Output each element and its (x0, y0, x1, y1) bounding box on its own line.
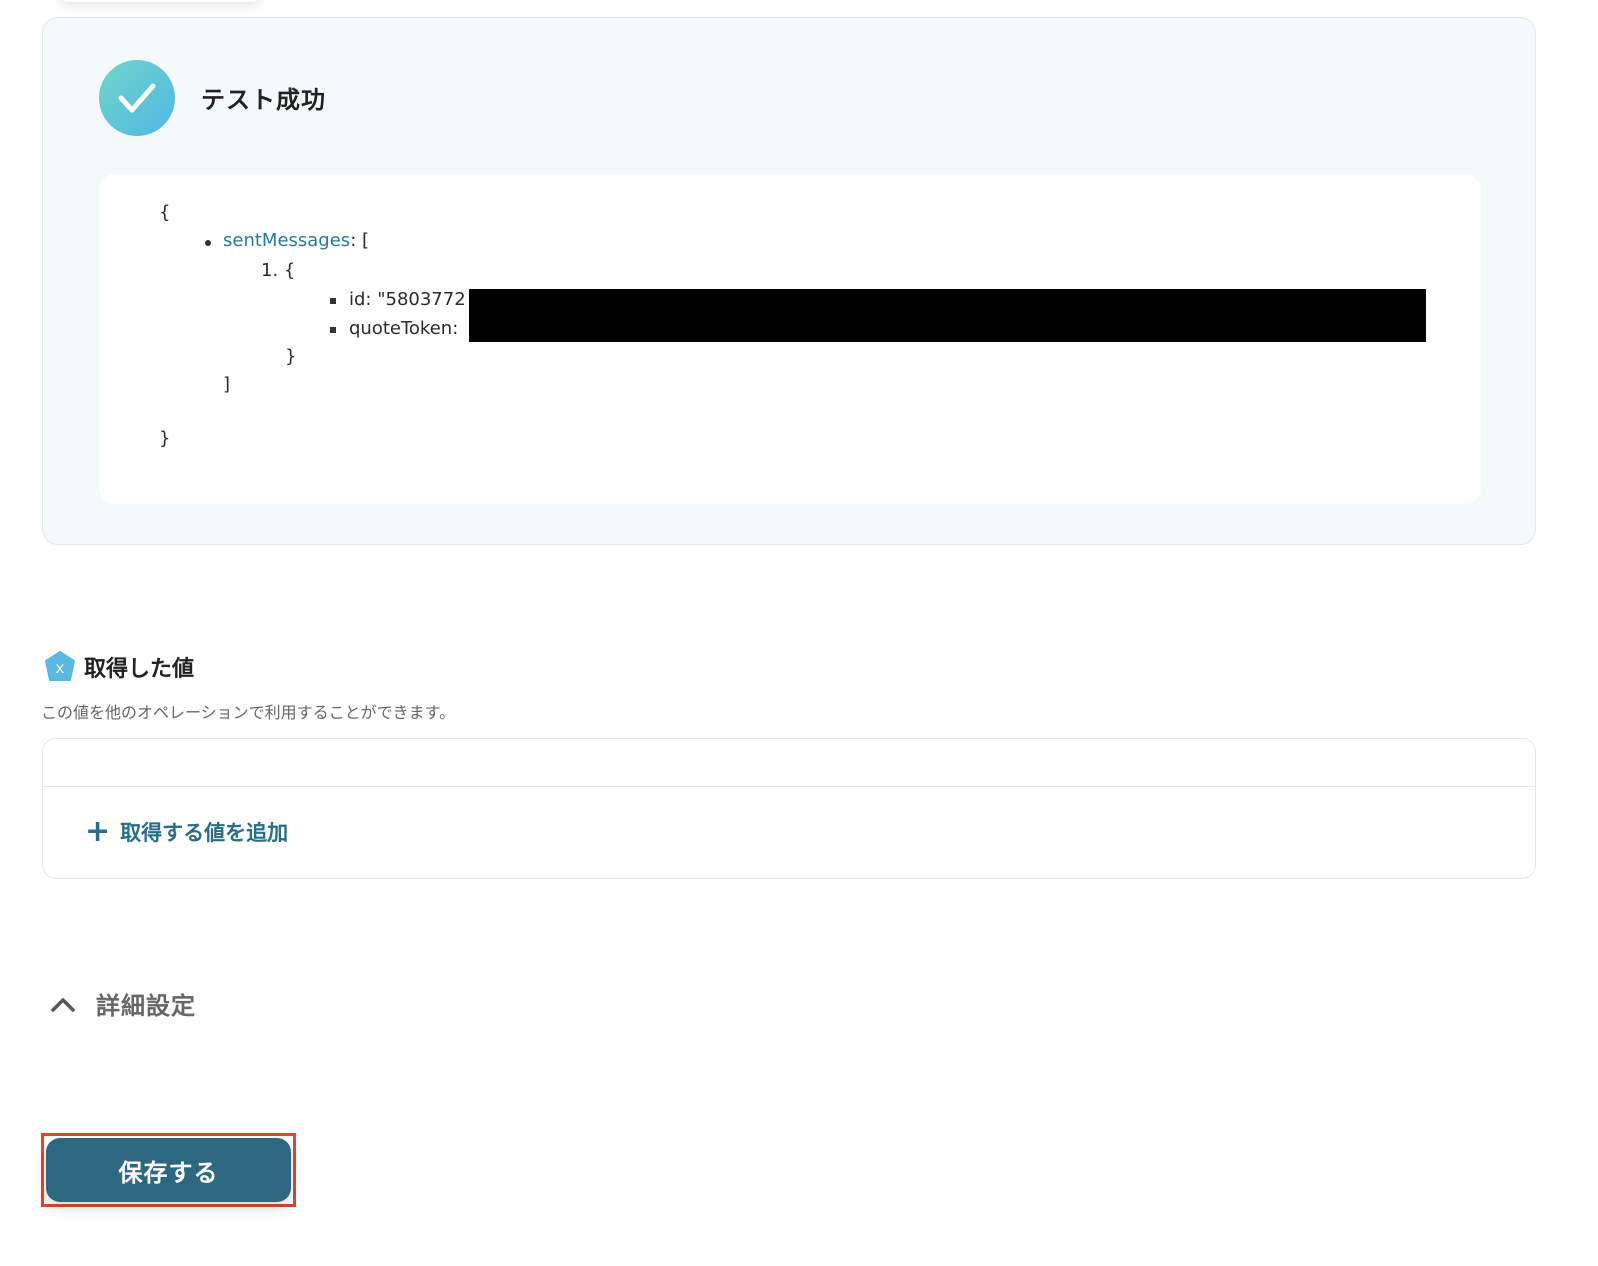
divider (43, 786, 1535, 787)
json-item-close: } (285, 346, 297, 367)
add-value-button[interactable]: + 取得する値を追加 (85, 817, 288, 847)
redaction-box (469, 289, 1426, 342)
json-array-close: ] (223, 374, 231, 395)
bullet-square-icon (330, 298, 336, 304)
json-open-brace: { (159, 202, 171, 223)
json-sent-messages-line: sentMessages: [ (223, 230, 369, 251)
json-close-brace: } (159, 428, 171, 449)
chevron-up-icon (51, 997, 75, 1012)
json-quote-token-line: quoteToken: (349, 318, 459, 339)
plus-icon: + (85, 814, 111, 849)
add-value-label: 取得する値を追加 (120, 821, 289, 845)
advanced-settings-toggle[interactable]: 詳細設定 (50, 986, 196, 1021)
json-output: { sentMessages: [ 1. { id: "5803772 quot… (99, 174, 1481, 504)
save-button[interactable]: 保存する (46, 1138, 291, 1202)
json-array-open: : [ (350, 230, 369, 251)
json-key-sent-messages: sentMessages (223, 230, 351, 251)
variable-icon-letter: x (56, 659, 65, 677)
advanced-settings-label: 詳細設定 (96, 992, 196, 1020)
test-result-panel: テスト成功 { sentMessages: [ 1. { id: "580377… (42, 17, 1536, 545)
top-card-shadow (60, 0, 260, 2)
json-id-line: id: "5803772 (349, 289, 466, 310)
bullet-dot-icon (205, 240, 211, 246)
variable-icon: x (43, 650, 77, 684)
test-success-title: テスト成功 (201, 86, 326, 114)
bullet-square-icon (330, 327, 336, 333)
acquired-values-title: 取得した値 (84, 657, 195, 682)
json-item-index: 1. { (261, 260, 296, 281)
acquired-values-box: + 取得する値を追加 (42, 738, 1536, 879)
acquired-values-description: この値を他のオペレーションで利用することができます。 (41, 703, 456, 722)
check-circle-icon (99, 60, 175, 136)
